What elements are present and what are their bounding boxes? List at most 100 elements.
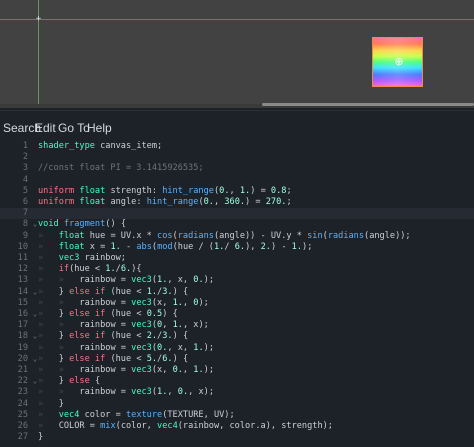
code-token: float: [79, 185, 106, 196]
code-line[interactable]: 3 //const float PI = 3.1415926535;: [0, 163, 474, 174]
code-line[interactable]: 13 » » rainbow = vec3(1., x, 0.);: [0, 275, 474, 286]
code-token: ,: [182, 365, 194, 375]
line-number: 15: [17, 297, 28, 308]
tab-marker: »: [38, 297, 59, 308]
code-token: (angle)) - UV.y *: [213, 230, 308, 241]
code-line[interactable]: 8 ⌄ void fragment() {: [0, 219, 474, 230]
code-token: (hue <: [105, 331, 147, 342]
code-token: else: [69, 376, 90, 387]
code-line[interactable]: 19 » » rainbow = vec3(0., x, 1.);: [0, 343, 474, 354]
menu-edit[interactable]: Edit: [35, 121, 56, 135]
code-line[interactable]: 26 » COLOR = mix(color, vec4(rainbow, col…: [0, 421, 474, 432]
code-token: 1.: [193, 342, 204, 353]
code-line[interactable]: 10 » float x = 1. - abs(mod(hue / (1./ 6.…: [0, 242, 474, 253]
code-text: }: [38, 432, 43, 443]
code-line[interactable]: 17 » » rainbow = vec3(0, 1., x);: [0, 320, 474, 331]
code-text: » » rainbow = vec3(1., x, 0.);: [38, 275, 214, 286]
code-text: » vec4 color = texture(TEXTURE, UV);: [38, 410, 235, 421]
code-token: ,: [162, 320, 173, 331]
tab-marker: »: [38, 409, 59, 420]
code-token: 0.: [193, 275, 204, 286]
code-text: » COLOR = mix(color, vec4(rainbow, color…: [38, 421, 333, 432]
code-token: mod: [157, 241, 173, 252]
menu-help[interactable]: Help: [87, 121, 112, 135]
code-token: );: [198, 297, 209, 308]
code-token: color =: [79, 409, 126, 420]
code-line[interactable]: 9 » float hue = UV.x * cos(radians(angle)…: [0, 231, 474, 242]
code-token: (x,: [151, 365, 173, 375]
code-line[interactable]: 4: [0, 175, 474, 186]
code-token: 2.: [260, 241, 271, 252]
menu-go-to[interactable]: Go To: [58, 121, 90, 135]
code-line[interactable]: 22 ⌄» } else {: [0, 376, 474, 387]
code-token: vec3: [131, 387, 152, 398]
code-line[interactable]: 23 » » rainbow = vec3(1., 0., x);: [0, 387, 474, 398]
line-number: 13: [17, 275, 28, 286]
code-token: ,: [213, 197, 225, 207]
code-token: ) {: [162, 309, 178, 319]
code-token: ) =: [245, 197, 266, 207]
rainbow-sprite[interactable]: ⊕: [372, 37, 423, 87]
code-token: ) {: [172, 353, 189, 364]
code-token: 0.: [203, 197, 214, 207]
code-line[interactable]: 18 ⌄» } else if (hue < 2./3.) {: [0, 331, 474, 342]
line-number: 22: [17, 376, 28, 387]
code-token: (hue <: [105, 286, 147, 297]
code-token: rainbow;: [79, 253, 126, 263]
canvas-viewport[interactable]: + ⊕: [0, 0, 474, 108]
x-axis-guide: [0, 19, 474, 20]
line-number: 17: [17, 320, 28, 331]
code-line[interactable]: 27}: [0, 432, 474, 443]
code-line[interactable]: 15 » » rainbow = vec3(x, 1., 0);: [0, 298, 474, 309]
code-line[interactable]: 11 » vec3 rainbow;: [0, 253, 474, 264]
code-line[interactable]: 12 » if(hue < 1./6.){: [0, 264, 474, 275]
code-token: vec3: [131, 342, 152, 353]
code-text: » float hue = UV.x * cos(radians(angle))…: [38, 231, 411, 242]
code-line[interactable]: 1 shader_type canvas_item;: [0, 141, 474, 152]
code-editor[interactable]: 1 shader_type canvas_item; 2 3 //const float…: [0, 138, 474, 447]
code-token: 1.: [110, 241, 121, 252]
code-text: shader_type canvas_item;: [38, 141, 162, 152]
code-token: hint_range: [146, 197, 199, 207]
line-number: 12: [17, 264, 28, 275]
code-line[interactable]: 7: [0, 208, 474, 220]
line-number: 24: [17, 398, 28, 409]
code-token: hint_range: [162, 185, 214, 196]
code-token: else if: [69, 309, 106, 319]
line-number: 16: [17, 309, 28, 319]
code-token: rainbow =: [79, 365, 132, 375]
code-token: void: [38, 219, 59, 230]
code-token: , x);: [182, 320, 209, 331]
tab-marker: »: [38, 421, 59, 431]
line-number: 2: [22, 152, 28, 163]
code-token: (hue / (: [172, 241, 214, 252]
tab-marker: »: [58, 275, 80, 286]
horizontal-scrollbar[interactable]: [262, 103, 474, 106]
line-number: 23: [17, 387, 28, 398]
tab-marker: »: [38, 365, 59, 375]
tab-marker: »: [38, 230, 59, 241]
code-token: ;: [286, 197, 292, 207]
line-number: 10: [17, 241, 28, 252]
code-line[interactable]: 2: [0, 152, 474, 163]
code-token: (TEXTURE, UV);: [162, 409, 235, 420]
tab-marker: »: [38, 353, 59, 364]
code-line[interactable]: 21 » » rainbow = vec3(x, 0., 1.);: [0, 365, 474, 376]
code-token: else if: [69, 331, 106, 342]
code-line[interactable]: 24 » }: [0, 399, 474, 410]
code-line[interactable]: 16 ⌄» } else if (hue < 0.5) {: [0, 309, 474, 320]
tab-marker: »: [58, 297, 80, 308]
code-line[interactable]: 5 uniform float strength: hint_range(0., …: [0, 186, 474, 197]
code-token: -: [120, 241, 137, 252]
origin-marker: +: [35, 14, 42, 24]
code-line[interactable]: 6 uniform float angle: hint_range(0., 360…: [0, 197, 474, 208]
line-number: 3: [22, 163, 28, 174]
code-token: 0.: [157, 342, 168, 353]
code-line[interactable]: 14 ⌄» } else if (hue < 1./3.) {: [0, 287, 474, 298]
code-text: » » rainbow = vec3(1., 0., x);: [38, 387, 214, 398]
code-token: }: [58, 331, 70, 342]
code-token: rainbow =: [79, 387, 132, 398]
code-line[interactable]: 20 ⌄» } else if (hue < 5./6.) {: [0, 354, 474, 365]
code-line[interactable]: 25 » vec4 color = texture(TEXTURE, UV);: [0, 410, 474, 421]
code-token: 1.: [172, 297, 183, 308]
